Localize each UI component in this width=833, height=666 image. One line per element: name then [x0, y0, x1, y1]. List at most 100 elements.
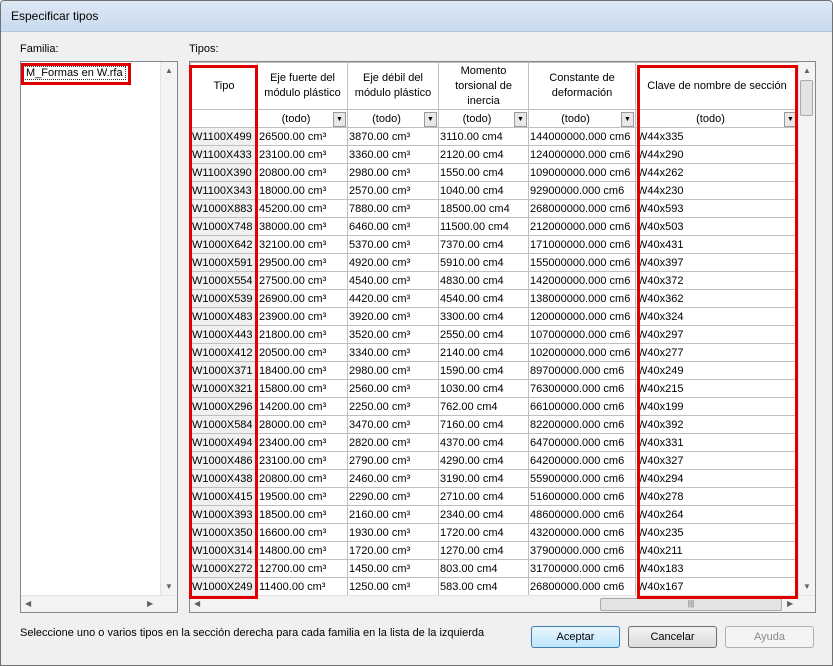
- table-row[interactable]: W1000X748 38000.00 cm³ 6460.00 cm³ 11500.00…: [190, 217, 799, 236]
- dropdown-arrow-icon[interactable]: ▼: [621, 112, 634, 127]
- family-horizontal-scrollbar[interactable]: ◀ ▶: [21, 595, 177, 612]
- type-name-cell[interactable]: W1000X415: [190, 487, 258, 506]
- filter-dropdown[interactable]: (todo) ▼: [528, 109, 636, 128]
- table-cell[interactable]: 3110.00 cm4: [438, 127, 529, 146]
- table-cell[interactable]: 64700000.000 cm6: [528, 433, 636, 452]
- scroll-left-icon[interactable]: ◀: [25, 599, 31, 608]
- table-row[interactable]: W1000X350 16600.00 cm³ 1930.00 cm³ 1720.00 …: [190, 523, 799, 542]
- table-cell[interactable]: 37900000.000 cm6: [528, 541, 636, 560]
- table-cell[interactable]: 2710.00 cm4: [438, 487, 529, 506]
- table-cell[interactable]: W40x362: [635, 289, 799, 308]
- table-cell[interactable]: 3520.00 cm³: [347, 325, 439, 344]
- table-cell[interactable]: 2560.00 cm³: [347, 379, 439, 398]
- table-cell[interactable]: 4420.00 cm³: [347, 289, 439, 308]
- table-cell[interactable]: 19500.00 cm³: [257, 487, 348, 506]
- table-row[interactable]: W1000X272 12700.00 cm³ 1450.00 cm³ 803.00 c…: [190, 559, 799, 578]
- table-cell[interactable]: 1040.00 cm4: [438, 181, 529, 200]
- type-name-cell[interactable]: W1100X499: [190, 127, 258, 146]
- table-cell[interactable]: 45200.00 cm³: [257, 199, 348, 218]
- types-grid[interactable]: Tipo Eje fuerte del módulo plástico Eje …: [189, 61, 816, 613]
- type-name-cell[interactable]: W1000X249: [190, 577, 258, 596]
- table-cell[interactable]: W40x211: [635, 541, 799, 560]
- type-name-cell[interactable]: W1000X438: [190, 469, 258, 488]
- table-cell[interactable]: W40x593: [635, 199, 799, 218]
- scroll-down-icon[interactable]: ▼: [803, 582, 811, 591]
- help-button[interactable]: Ayuda: [725, 626, 814, 648]
- table-cell[interactable]: W40x503: [635, 217, 799, 236]
- type-name-cell[interactable]: W1000X350: [190, 523, 258, 542]
- table-cell[interactable]: 3190.00 cm4: [438, 469, 529, 488]
- table-row[interactable]: W1000X483 23900.00 cm³ 3920.00 cm³ 3300.00 …: [190, 307, 799, 326]
- table-cell[interactable]: W44x262: [635, 163, 799, 182]
- ok-button[interactable]: Aceptar: [531, 626, 620, 648]
- scroll-right-icon[interactable]: ▶: [787, 599, 793, 608]
- type-name-cell[interactable]: W1000X591: [190, 253, 258, 272]
- table-cell[interactable]: W40x392: [635, 415, 799, 434]
- vertical-scroll-thumb[interactable]: [800, 80, 813, 116]
- type-name-cell[interactable]: W1100X390: [190, 163, 258, 182]
- table-cell[interactable]: 3870.00 cm³: [347, 127, 439, 146]
- table-row[interactable]: W1000X371 18400.00 cm³ 2980.00 cm³ 1590.00 …: [190, 361, 799, 380]
- table-cell[interactable]: 28000.00 cm³: [257, 415, 348, 434]
- scroll-right-icon[interactable]: ▶: [147, 599, 153, 608]
- table-cell[interactable]: 23100.00 cm³: [257, 451, 348, 470]
- table-cell[interactable]: 2250.00 cm³: [347, 397, 439, 416]
- table-cell[interactable]: 21800.00 cm³: [257, 325, 348, 344]
- table-row[interactable]: W1100X390 20800.00 cm³ 2980.00 cm³ 1550.00 …: [190, 163, 799, 182]
- table-cell[interactable]: W40x235: [635, 523, 799, 542]
- table-cell[interactable]: 14200.00 cm³: [257, 397, 348, 416]
- table-cell[interactable]: 4290.00 cm4: [438, 451, 529, 470]
- table-cell[interactable]: 1250.00 cm³: [347, 577, 439, 596]
- table-cell[interactable]: 107000000.000 cm6: [528, 325, 636, 344]
- type-name-cell[interactable]: W1000X748: [190, 217, 258, 236]
- table-row[interactable]: W1000X554 27500.00 cm³ 4540.00 cm³ 4830.00 …: [190, 271, 799, 290]
- filter-dropdown[interactable]: (todo) ▼: [257, 109, 348, 128]
- table-cell[interactable]: 144000000.000 cm6: [528, 127, 636, 146]
- table-cell[interactable]: 1590.00 cm4: [438, 361, 529, 380]
- table-cell[interactable]: 31700000.000 cm6: [528, 559, 636, 578]
- table-cell[interactable]: 18500.00 cm³: [257, 505, 348, 524]
- column-header[interactable]: Tipo: [190, 62, 258, 110]
- table-cell[interactable]: 38000.00 cm³: [257, 217, 348, 236]
- table-cell[interactable]: W40x294: [635, 469, 799, 488]
- table-cell[interactable]: 212000000.000 cm6: [528, 217, 636, 236]
- table-row[interactable]: W1000X591 29500.00 cm³ 4920.00 cm³ 5910.00 …: [190, 253, 799, 272]
- column-header[interactable]: Eje débil del módulo plástico: [347, 62, 439, 110]
- table-cell[interactable]: 138000000.000 cm6: [528, 289, 636, 308]
- table-cell[interactable]: 23400.00 cm³: [257, 433, 348, 452]
- table-row[interactable]: W1000X393 18500.00 cm³ 2160.00 cm³ 2340.00 …: [190, 505, 799, 524]
- table-row[interactable]: W1000X249 11400.00 cm³ 1250.00 cm³ 583.00 c…: [190, 577, 799, 596]
- type-name-cell[interactable]: W1000X321: [190, 379, 258, 398]
- table-cell[interactable]: 11400.00 cm³: [257, 577, 348, 596]
- table-cell[interactable]: 102000000.000 cm6: [528, 343, 636, 362]
- horizontal-scroll-thumb[interactable]: |||: [600, 598, 782, 611]
- table-cell[interactable]: W40x327: [635, 451, 799, 470]
- filter-dropdown[interactable]: (todo) ▼: [347, 109, 439, 128]
- column-header[interactable]: Clave de nombre de sección: [635, 62, 799, 110]
- scroll-left-icon[interactable]: ◀: [194, 599, 200, 608]
- table-cell[interactable]: 66100000.000 cm6: [528, 397, 636, 416]
- type-name-cell[interactable]: W1000X554: [190, 271, 258, 290]
- table-cell[interactable]: 82200000.000 cm6: [528, 415, 636, 434]
- table-cell[interactable]: 20800.00 cm³: [257, 469, 348, 488]
- family-vertical-scrollbar[interactable]: ▲ ▼: [160, 62, 177, 596]
- table-cell[interactable]: 23100.00 cm³: [257, 145, 348, 164]
- table-cell[interactable]: 14800.00 cm³: [257, 541, 348, 560]
- table-cell[interactable]: 20500.00 cm³: [257, 343, 348, 362]
- table-cell[interactable]: 4830.00 cm4: [438, 271, 529, 290]
- types-vertical-scrollbar[interactable]: ▲ ▼: [798, 62, 815, 596]
- type-name-cell[interactable]: W1000X272: [190, 559, 258, 578]
- table-cell[interactable]: 2290.00 cm³: [347, 487, 439, 506]
- table-cell[interactable]: 2570.00 cm³: [347, 181, 439, 200]
- type-name-cell[interactable]: W1000X314: [190, 541, 258, 560]
- table-cell[interactable]: 2980.00 cm³: [347, 163, 439, 182]
- table-cell[interactable]: 27500.00 cm³: [257, 271, 348, 290]
- table-cell[interactable]: 55900000.000 cm6: [528, 469, 636, 488]
- scroll-down-icon[interactable]: ▼: [165, 582, 173, 591]
- table-cell[interactable]: 26800000.000 cm6: [528, 577, 636, 596]
- type-name-cell[interactable]: W1000X883: [190, 199, 258, 218]
- table-row[interactable]: W1100X499 26500.00 cm³ 3870.00 cm³ 3110.00 …: [190, 127, 799, 146]
- table-cell[interactable]: 2820.00 cm³: [347, 433, 439, 452]
- table-cell[interactable]: 29500.00 cm³: [257, 253, 348, 272]
- table-cell[interactable]: 2550.00 cm4: [438, 325, 529, 344]
